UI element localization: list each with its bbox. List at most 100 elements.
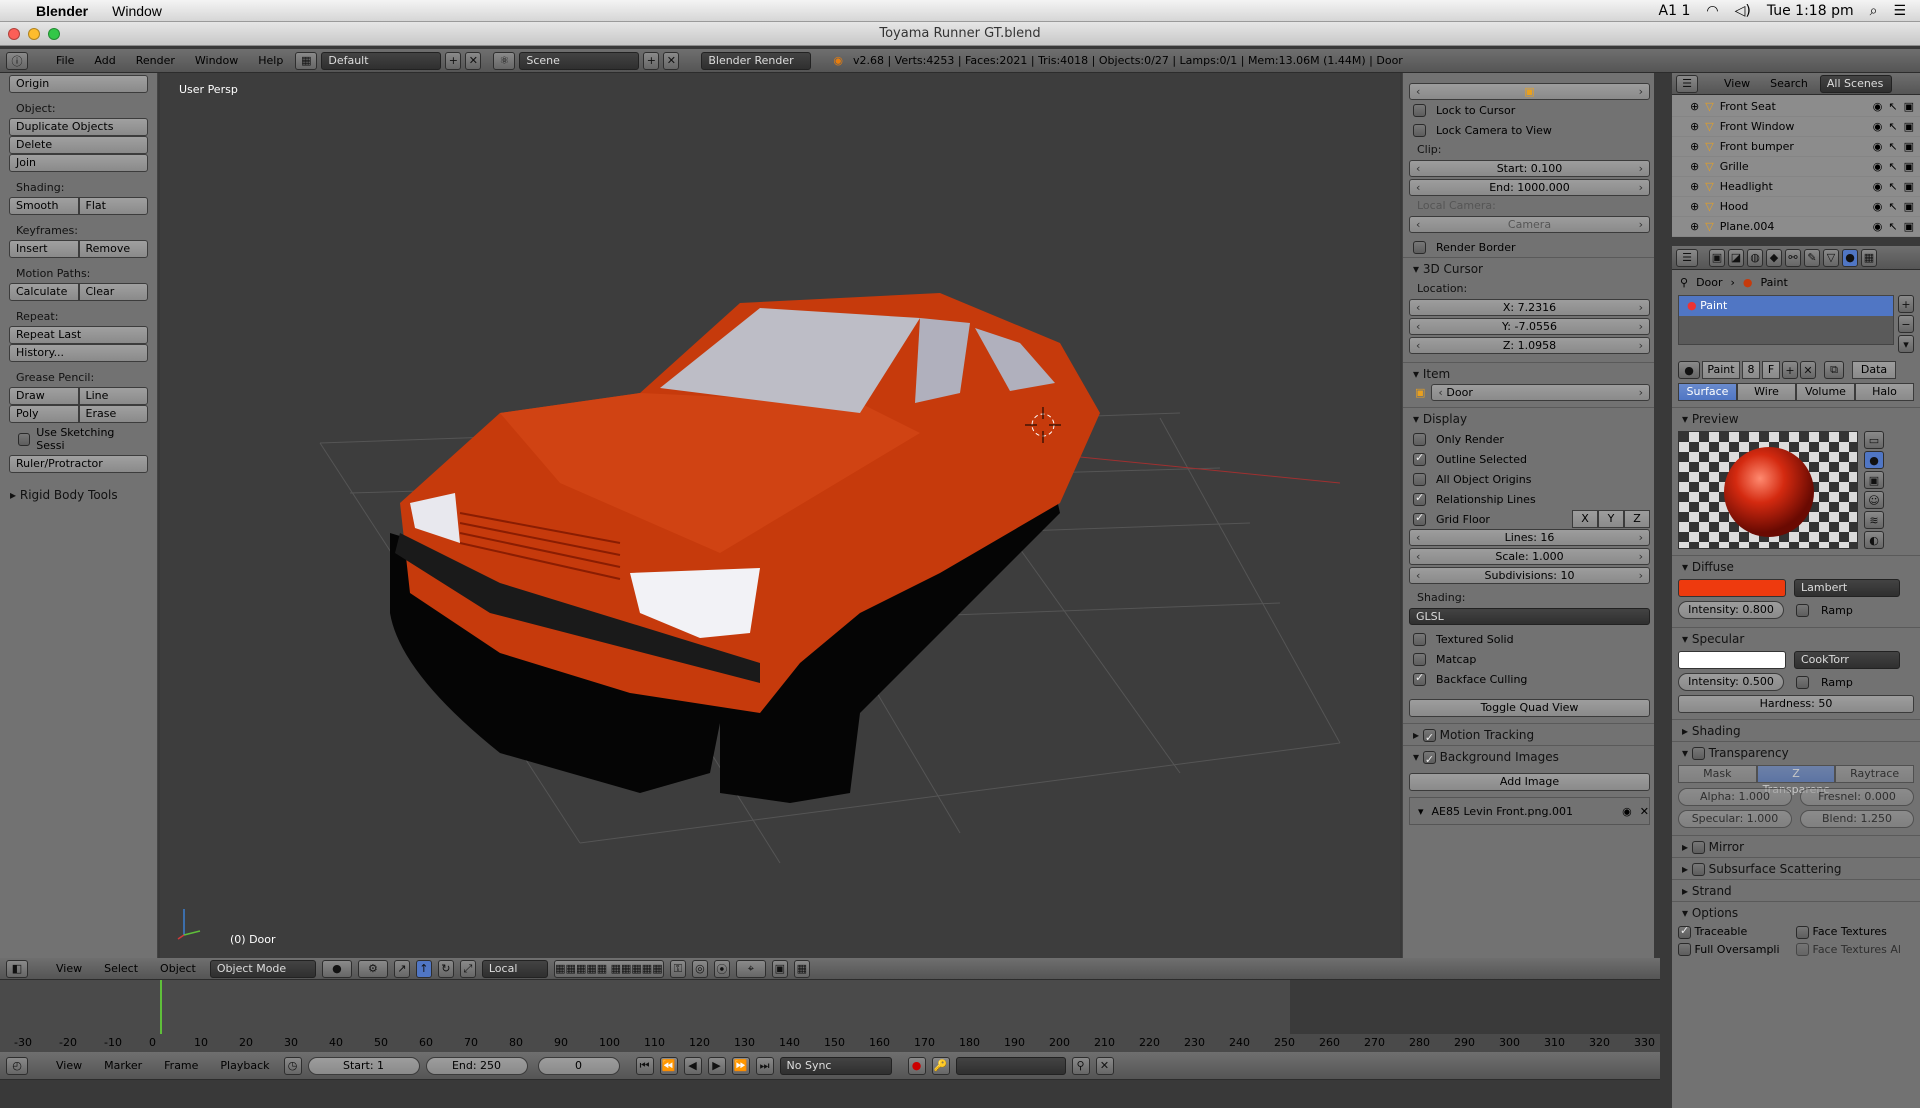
pivot-icon[interactable]: ⚙ (357, 959, 388, 978)
scene-add-icon[interactable]: + (643, 51, 660, 70)
eye-icon[interactable]: ◉ (1873, 200, 1883, 213)
material-slot-list[interactable]: ● Paint (1678, 295, 1894, 345)
insert-key-button[interactable]: Insert (9, 240, 79, 258)
current-frame-field[interactable]: 0 (537, 1056, 620, 1075)
draw-button[interactable]: Draw (9, 387, 79, 405)
preview-plane-icon[interactable]: ▭ (1864, 431, 1884, 449)
jump-key-back-icon[interactable]: ⏪ (659, 1056, 678, 1075)
zoom-window-button[interactable] (48, 28, 60, 40)
grid-scale-field[interactable]: Scale: 1.000 (1409, 548, 1650, 565)
erase-button[interactable]: Erase (78, 405, 148, 423)
shading-select[interactable]: GLSL (1409, 608, 1650, 625)
collapse-arrow-icon[interactable]: ▾ (1418, 805, 1424, 818)
diffuse-color-swatch[interactable] (1678, 579, 1786, 597)
volume-tab[interactable]: Volume (1796, 383, 1855, 401)
preview-sphere-icon[interactable]: ● (1864, 451, 1884, 469)
marker-menu[interactable]: Marker (96, 1059, 150, 1072)
data-tab-icon[interactable]: ▽ (1823, 248, 1839, 267)
join-button[interactable]: Join (9, 154, 148, 172)
halo-tab[interactable]: Halo (1855, 383, 1914, 401)
diffuse-panel[interactable]: ▾ Diffuse (1672, 555, 1920, 577)
constraint-tab-icon[interactable]: ⚯ (1785, 248, 1801, 267)
material-slot[interactable]: ● Paint (1679, 296, 1893, 316)
expand-icon[interactable]: ⊕ (1690, 140, 1699, 153)
outliner-row[interactable]: ⊕ ▽ Front bumper ◉ ↖ ▣ (1672, 137, 1920, 157)
material-users-field[interactable]: 8 (1742, 361, 1760, 379)
grid-y-toggle[interactable]: Y (1598, 510, 1624, 528)
background-images-checkbox[interactable] (1422, 749, 1436, 771)
duplicate-button[interactable]: Duplicate Objects (9, 118, 148, 136)
z-transparency-tab[interactable]: Z Transparenc (1756, 765, 1836, 796)
smooth-button[interactable]: Smooth (9, 197, 79, 215)
node-icon[interactable]: ⧉ (1824, 361, 1844, 379)
insert-keyframe-icon[interactable]: ⚲ (1071, 1056, 1090, 1075)
layers-icon[interactable]: ▦▦▦▦▦ ▦▦▦▦▦ (553, 959, 664, 978)
fake-user-button[interactable]: F (1762, 361, 1780, 379)
preview-panel[interactable]: ▾ Preview (1672, 407, 1920, 429)
properties-type-icon[interactable]: ☰ (1676, 248, 1698, 267)
specular-shader-select[interactable]: CookTorr (1794, 651, 1900, 669)
cursor-z-field[interactable]: Z: 1.0958 (1409, 337, 1650, 354)
texture-tab-icon[interactable]: ▦ (1861, 248, 1877, 267)
expand-icon[interactable]: ⊕ (1690, 220, 1699, 233)
outliner-row[interactable]: ⊕ ▽ Plane.004 ◉ ↖ ▣ (1672, 217, 1920, 237)
slot-menu-icon[interactable]: ▾ (1898, 335, 1914, 353)
opengl-render-icon[interactable]: ▣ (771, 959, 788, 978)
start-frame-field[interactable]: Start: 1 (307, 1056, 420, 1075)
rigid-body-panel[interactable]: ▸ Rigid Body Tools (0, 485, 157, 505)
eye-icon[interactable]: ◉ (1873, 180, 1883, 193)
specular-color-swatch[interactable] (1678, 651, 1786, 669)
outliner-type-icon[interactable]: ☰ (1676, 74, 1698, 93)
view-menu[interactable]: View (48, 962, 90, 975)
jump-end-icon[interactable]: ⏭ (755, 1056, 774, 1075)
diffuse-ramp-checkbox[interactable] (1796, 603, 1809, 617)
matcap-checkbox[interactable] (1413, 652, 1426, 666)
clip-end-field[interactable]: End: 1000.000 (1409, 179, 1650, 196)
world-tab-icon[interactable]: ◍ (1747, 248, 1763, 267)
help-menu[interactable]: Help (250, 54, 291, 67)
origin-button[interactable]: Origin (9, 75, 148, 93)
grid-subdiv-field[interactable]: Subdivisions: 10 (1409, 567, 1650, 584)
cursor-icon[interactable]: ↖ (1888, 100, 1897, 113)
clock[interactable]: Tue 1:18 pm (1767, 3, 1854, 19)
jump-key-forward-icon[interactable]: ⏩ (731, 1056, 750, 1075)
item-name-field[interactable]: Door (1431, 384, 1650, 401)
cursor-icon[interactable]: ↖ (1888, 180, 1897, 193)
editor-type-icon[interactable]: ⓘ (6, 51, 28, 70)
pin-icon[interactable]: ⚲ (1680, 276, 1688, 289)
repeat-last-button[interactable]: Repeat Last (9, 326, 148, 344)
rotate-icon[interactable]: ↻ (437, 959, 454, 978)
transparency-panel[interactable]: ▾ Transparency (1672, 741, 1920, 763)
relationship-row[interactable]: Relationship Lines (1403, 489, 1654, 509)
end-frame-field[interactable]: End: 250 (425, 1056, 528, 1075)
window-menu[interactable]: Window (100, 3, 174, 19)
window-menu-blender[interactable]: Window (187, 54, 246, 67)
backface-checkbox[interactable] (1413, 671, 1426, 686)
only-render-row[interactable]: Only Render (1403, 429, 1654, 449)
delete-button[interactable]: Delete (9, 136, 148, 154)
grid-x-toggle[interactable]: X (1572, 510, 1598, 528)
face-textures-checkbox[interactable] (1796, 925, 1809, 939)
wifi-icon[interactable]: ◠ (1706, 3, 1718, 19)
eye-icon[interactable]: ◉ (1873, 120, 1883, 133)
all-origins-checkbox[interactable] (1413, 472, 1426, 486)
volume-icon[interactable]: ◁) (1735, 3, 1751, 19)
full-oversampling-checkbox[interactable] (1678, 943, 1691, 956)
opengl-anim-icon[interactable]: ▦ (793, 959, 810, 978)
playback-menu[interactable]: Playback (212, 1059, 277, 1072)
keyboard-icon[interactable]: A1 1 (1659, 3, 1691, 19)
select-menu[interactable]: Select (96, 962, 146, 975)
motion-tracking-panel[interactable]: ▸ Motion Tracking (1403, 723, 1654, 749)
lock-layers-icon[interactable]: ⚿ (669, 959, 686, 978)
cursor-y-field[interactable]: Y: -7.0556 (1409, 318, 1650, 335)
app-menu[interactable]: Blender (24, 3, 100, 19)
scene-icon[interactable]: ⚛ (493, 51, 516, 70)
lock-cursor-row[interactable]: Lock to Cursor (1403, 100, 1654, 120)
camera-icon[interactable]: ▣ (1904, 120, 1914, 133)
timeline[interactable] (0, 980, 1660, 1034)
scene-field[interactable]: Scene (519, 51, 640, 70)
textured-row[interactable]: Textured Solid (1403, 629, 1654, 649)
sss-panel[interactable]: ▸ Subsurface Scattering (1672, 857, 1920, 879)
strand-panel[interactable]: ▸ Strand (1672, 879, 1920, 901)
object-tab-icon[interactable]: ◆ (1766, 248, 1782, 267)
